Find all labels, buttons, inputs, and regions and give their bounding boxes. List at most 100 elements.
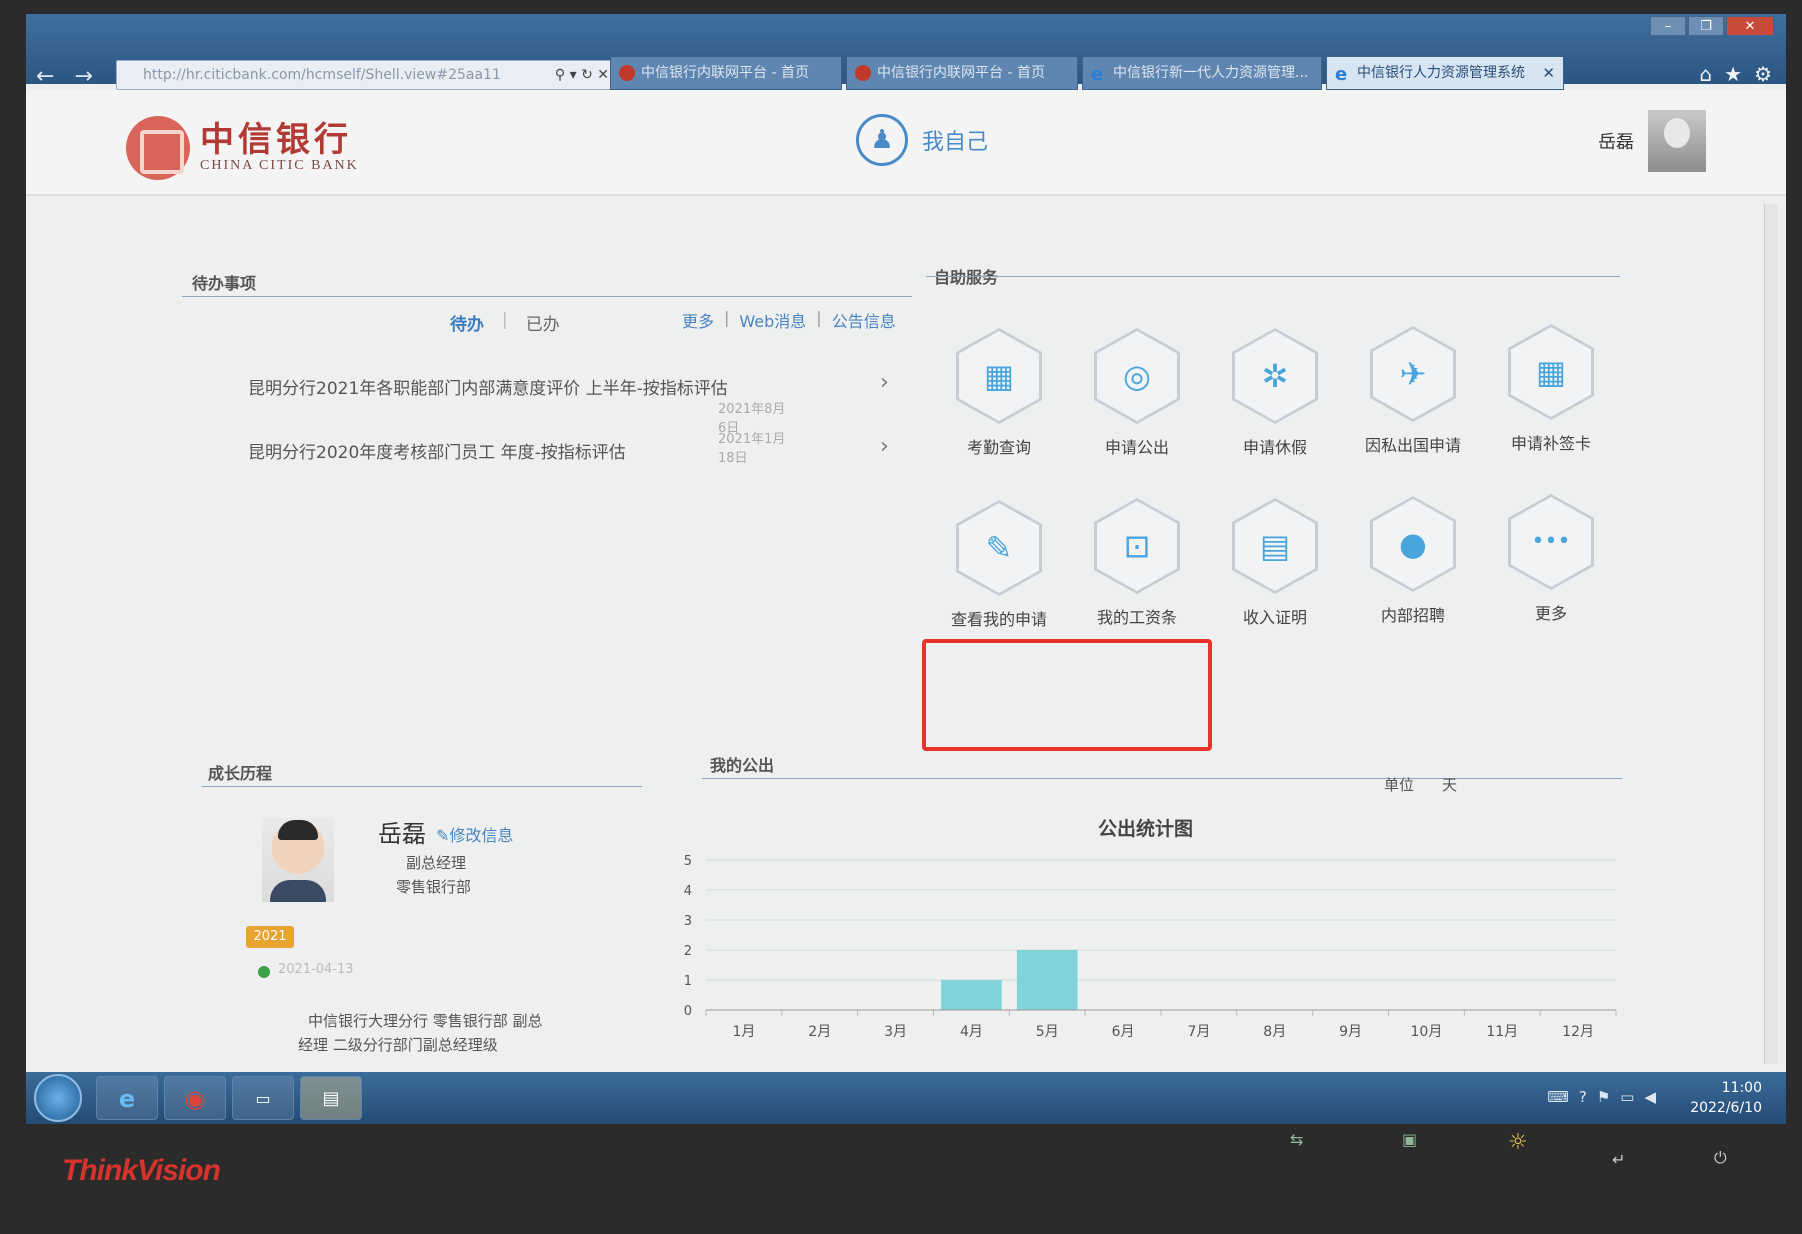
- volume-icon[interactable]: ◀: [1644, 1088, 1656, 1106]
- profile-name: 岳磊: [378, 820, 426, 848]
- link-announcements[interactable]: 公告信息: [832, 308, 896, 332]
- tab-label: 中信银行内联网平台 - 首页: [641, 65, 809, 81]
- start-button[interactable]: [34, 1074, 82, 1122]
- ie-favicon-icon: e: [1091, 64, 1104, 85]
- tab-close-icon[interactable]: ✕: [1542, 57, 1555, 89]
- chart-bar: [941, 980, 1002, 1010]
- highlight-annotation-box: [922, 639, 1212, 751]
- address-actions[interactable]: ⚲ ▾ ↻ ✕: [555, 61, 609, 89]
- ie-favicon-icon: e: [1335, 64, 1348, 85]
- trips-divider: [702, 778, 1622, 779]
- todo-item[interactable]: 昆明分行2021年各职能部门内部满意度评价 上半年-按指标评估 2021年8月6…: [248, 370, 889, 436]
- service-business-trip[interactable]: ◎ 申请公出: [1082, 328, 1192, 458]
- x-tick-label: 2月: [808, 1024, 831, 1040]
- taskbar: e ◉ ▭ ▤ ⌨ ? ⚑ ▭ ◀ 11:00 2022/6/10: [26, 1072, 1786, 1124]
- service-leave[interactable]: ✲ 申请休假: [1220, 328, 1330, 458]
- ie-taskbar-icon[interactable]: e: [96, 1076, 158, 1120]
- x-tick-label: 11月: [1486, 1024, 1518, 1040]
- gear-icon: ✲: [1232, 328, 1318, 424]
- back-icon[interactable]: ←: [36, 64, 54, 89]
- address-bar[interactable]: http://hr.citicbank.com/hcmself/Shell.vi…: [116, 60, 616, 90]
- display-icon[interactable]: ▭: [1620, 1088, 1634, 1106]
- service-label: 更多: [1534, 604, 1567, 623]
- service-label: 查看我的申请: [950, 610, 1047, 629]
- growth-divider: [202, 786, 642, 787]
- trips-section-title: 我的公出: [710, 756, 775, 775]
- service-label: 申请补签卡: [1510, 434, 1591, 453]
- link-divider: |: [724, 308, 730, 327]
- todo-tabs: 待办 | 已办: [450, 310, 560, 335]
- chevron-right-icon[interactable]: ›: [880, 434, 889, 459]
- screen: – ❐ ✕ ← → http://hr.citicbank.com/hcmsel…: [26, 14, 1786, 1124]
- profile-department: 零售银行部: [396, 878, 472, 896]
- display-mode-icon: ▣: [1402, 1130, 1418, 1149]
- tab-label: 中信银行人力资源管理系统: [1357, 65, 1525, 81]
- close-window-button[interactable]: ✕: [1726, 16, 1774, 36]
- chrome-taskbar-icon[interactable]: ◉: [164, 1076, 226, 1120]
- profile-position: 副总经理: [406, 854, 467, 872]
- service-internal-recruit[interactable]: ● 内部招聘: [1358, 496, 1468, 626]
- nav-myself[interactable]: ♟ 我自己: [856, 114, 988, 166]
- edit-icon: ✎: [956, 500, 1042, 596]
- link-divider: |: [816, 308, 822, 327]
- window-taskbar-icon[interactable]: ▤: [300, 1076, 362, 1120]
- link-more[interactable]: 更多: [682, 308, 714, 332]
- browser-tab-2[interactable]: 中信银行内联网平台 - 首页: [846, 56, 1078, 90]
- x-tick-label: 1月: [732, 1024, 755, 1040]
- x-tick-label: 3月: [884, 1024, 907, 1040]
- service-income-proof[interactable]: ▤ 收入证明: [1220, 498, 1330, 628]
- input-switch-icon: ⇆: [1290, 1130, 1304, 1149]
- browser-tab-3[interactable]: e 中信银行新一代人力资源管理...: [1082, 56, 1322, 90]
- profile-photo: [262, 818, 334, 902]
- service-resign-card[interactable]: ▦ 申请补签卡: [1496, 324, 1606, 454]
- browser-tab-1[interactable]: 中信银行内联网平台 - 首页: [610, 56, 842, 90]
- help-icon[interactable]: ?: [1579, 1088, 1587, 1106]
- service-abroad[interactable]: ✈ 因私出国申请: [1358, 326, 1468, 456]
- vertical-scrollbar[interactable]: [1764, 204, 1778, 1064]
- favorites-star-icon[interactable]: ★: [1724, 62, 1742, 86]
- service-my-applications[interactable]: ✎ 查看我的申请: [944, 500, 1054, 630]
- nav-myself-label: 我自己: [922, 130, 989, 155]
- bank-logo[interactable]: 中信银行 CHINA CITIC BANK: [126, 116, 359, 180]
- history-line: 经理 二级分行部门副总经理级: [298, 1036, 498, 1054]
- browser-chrome: – ❐ ✕ ← → http://hr.citicbank.com/hcmsel…: [26, 14, 1786, 90]
- tab-label: 中信银行内联网平台 - 首页: [877, 65, 1045, 81]
- service-payslip[interactable]: ⊡ 我的工资条: [1082, 498, 1192, 628]
- forward-icon[interactable]: →: [74, 64, 92, 89]
- chevron-right-icon[interactable]: ›: [880, 370, 889, 395]
- year-badge: 2021: [246, 926, 294, 948]
- tab-done[interactable]: 已办: [526, 310, 560, 335]
- clock[interactable]: 11:00 2022/6/10: [1690, 1078, 1762, 1118]
- service-label: 考勤查询: [966, 438, 1031, 457]
- minimize-button[interactable]: –: [1650, 16, 1686, 36]
- todo-item[interactable]: 昆明分行2020年度考核部门员工 年度-按指标评估 2021年1月18日 ›: [248, 432, 889, 466]
- x-tick-label: 5月: [1036, 1024, 1059, 1040]
- avatar[interactable]: [1648, 110, 1706, 172]
- browser-tab-4[interactable]: e 中信银行人力资源管理系统 ✕: [1326, 56, 1564, 90]
- tab-pending[interactable]: 待办: [450, 310, 484, 335]
- growth-section-title: 成长历程: [208, 764, 273, 783]
- home-icon[interactable]: ⌂: [1699, 62, 1712, 86]
- todo-divider: [182, 296, 912, 297]
- todo-links: 更多 | Web消息 | 公告信息: [682, 308, 896, 332]
- network-icon[interactable]: ⚑: [1597, 1088, 1610, 1106]
- service-label: 因私出国申请: [1364, 436, 1461, 455]
- bank-logo-icon: [126, 116, 190, 180]
- unit-label: 单位 天: [1384, 774, 1457, 795]
- tab-favicon-icon: [619, 65, 635, 81]
- edit-info-link[interactable]: ✎修改信息: [436, 822, 513, 846]
- user-badge-icon: ♟: [856, 114, 908, 166]
- link-web-messages[interactable]: Web消息: [739, 308, 806, 332]
- cmd-taskbar-icon[interactable]: ▭: [232, 1076, 294, 1120]
- y-tick-label: 5: [684, 854, 692, 869]
- tab-label: 中信银行新一代人力资源管理...: [1113, 65, 1309, 81]
- calendar-check-icon: ▦: [1508, 324, 1594, 420]
- service-more[interactable]: ••• 更多: [1496, 494, 1606, 624]
- service-attendance[interactable]: ▦ 考勤查询: [944, 328, 1054, 458]
- maximize-button[interactable]: ❐: [1688, 16, 1724, 36]
- page-header: 中信银行 CHINA CITIC BANK ♟ 我自己 岳磊: [26, 90, 1786, 196]
- settings-gear-icon[interactable]: ⚙: [1754, 62, 1772, 86]
- todo-item-text: 昆明分行2021年各职能部门内部满意度评价 上半年-按指标评估: [248, 379, 728, 399]
- keyboard-icon[interactable]: ⌨: [1547, 1088, 1569, 1106]
- user-menu[interactable]: 岳磊: [1598, 110, 1706, 172]
